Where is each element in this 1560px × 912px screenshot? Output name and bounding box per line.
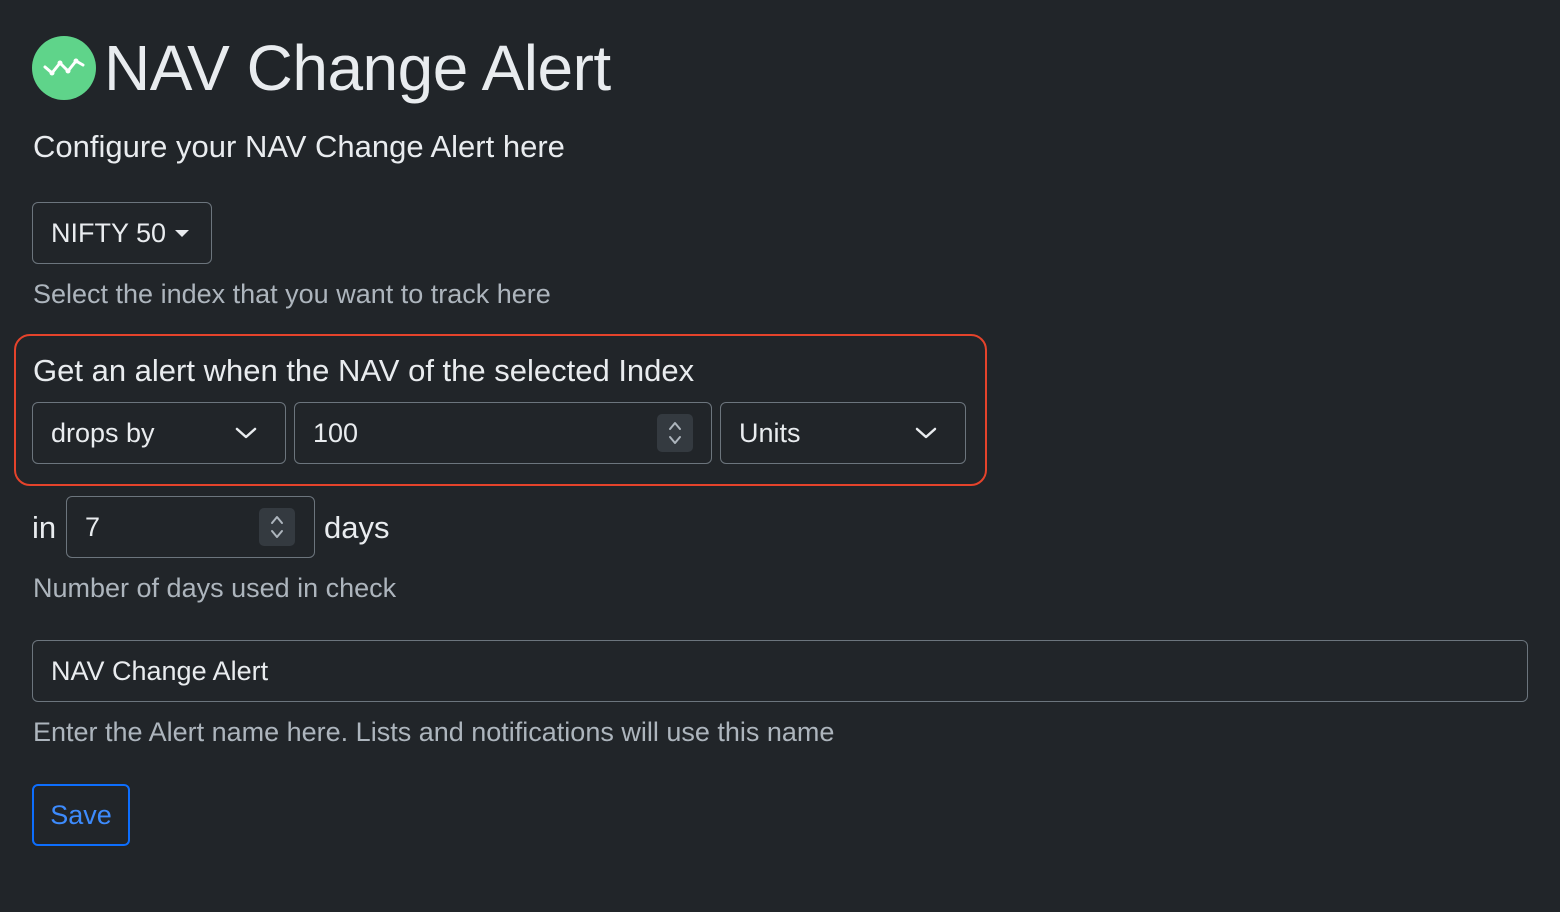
days-prefix: in	[32, 510, 57, 545]
condition-label: Get an alert when the NAV of the selecte…	[33, 353, 695, 388]
unit-select-value: Units	[739, 417, 801, 448]
alert-name-input-value: NAV Change Alert	[51, 655, 269, 686]
alert-name-help-text: Enter the Alert name here. Lists and not…	[33, 717, 835, 747]
caret-down-icon	[175, 229, 190, 237]
line-chart-icon	[32, 36, 96, 100]
days-spinner[interactable]	[259, 508, 295, 546]
index-help-text: Select the index that you want to track …	[33, 279, 551, 309]
save-button[interactable]: Save	[32, 784, 130, 846]
days-input-value: 7	[85, 511, 101, 542]
direction-select[interactable]: drops by	[32, 402, 286, 464]
days-help-text: Number of days used in check	[33, 573, 397, 603]
index-dropdown-label: NIFTY 50	[51, 217, 167, 248]
days-input[interactable]: 7	[66, 496, 315, 558]
up-down-arrows-icon	[271, 516, 283, 538]
days-suffix: days	[324, 510, 390, 545]
amount-input[interactable]: 100	[294, 402, 712, 464]
page-header: NAV Change Alert	[32, 34, 611, 102]
index-dropdown[interactable]: NIFTY 50	[32, 202, 212, 264]
page-subtitle: Configure your NAV Change Alert here	[33, 129, 565, 164]
chevron-down-icon	[235, 427, 257, 439]
amount-spinner[interactable]	[657, 414, 693, 452]
alert-name-input[interactable]: NAV Change Alert	[32, 640, 1528, 702]
unit-select[interactable]: Units	[720, 402, 966, 464]
amount-input-value: 100	[313, 417, 359, 448]
direction-select-value: drops by	[51, 417, 155, 448]
page-title: NAV Change Alert	[104, 32, 611, 104]
up-down-arrows-icon	[669, 422, 681, 444]
chevron-down-icon	[915, 427, 937, 439]
alert-config-page: NAV Change Alert Configure your NAV Chan…	[0, 0, 1560, 912]
